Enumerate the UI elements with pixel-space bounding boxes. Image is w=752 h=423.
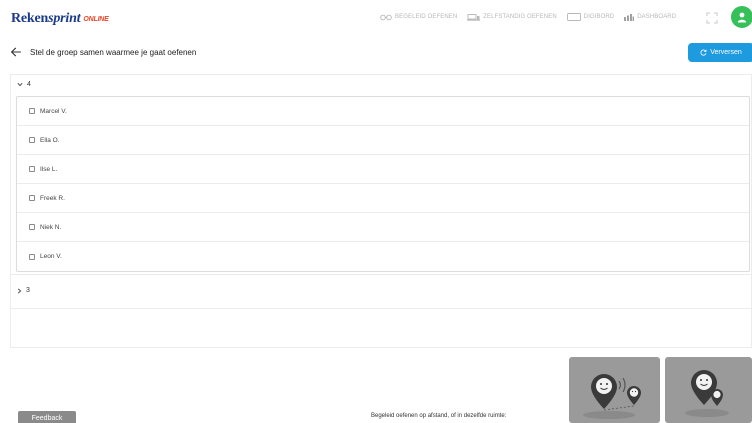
bottom-caption: Begeleid oefenen op afstand, of in dezel… xyxy=(371,413,507,419)
student-checkbox[interactable] xyxy=(29,137,35,143)
nav-label: ZELFSTANDIG OEFENEN xyxy=(483,14,557,20)
nav-zelfstandig-oefenen[interactable]: ZELFSTANDIG OEFENEN xyxy=(467,13,557,21)
feedback-button[interactable]: Feedback xyxy=(18,411,76,423)
refresh-label: Verversen xyxy=(710,49,742,56)
logo-main: Reken xyxy=(11,11,49,26)
main-nav: BEGELEID OEFENEN ZELFSTANDIG OEFENEN DIG… xyxy=(380,13,676,21)
bar-chart-icon xyxy=(624,13,635,21)
group-panel: 3 xyxy=(10,274,752,348)
chevron-down-icon xyxy=(17,82,23,87)
nav-label: BEGELEID OEFENEN xyxy=(395,14,458,20)
student-row[interactable]: Leon V. xyxy=(17,242,749,271)
app-logo[interactable]: Rekensprint ONLINE xyxy=(11,11,109,27)
whiteboard-icon xyxy=(566,13,581,21)
back-arrow-icon[interactable] xyxy=(10,46,22,58)
nav-dashboard[interactable]: DASHBOARD xyxy=(624,13,677,21)
independent-practice-icon xyxy=(467,13,481,21)
nav-digibord[interactable]: DIGIBORD xyxy=(566,13,615,21)
feedback-label: Feedback xyxy=(31,414,63,422)
divider xyxy=(11,308,751,309)
group-header[interactable]: 4 xyxy=(17,81,31,88)
nav-label: DIGIBORD xyxy=(583,14,615,20)
refresh-button[interactable]: Verversen xyxy=(688,43,752,62)
student-checkbox[interactable] xyxy=(29,253,35,260)
page-title: Stel de groep samen waarmee je gaat oefe… xyxy=(30,48,197,57)
logo-online: ONLINE xyxy=(83,16,109,23)
chevron-right-icon xyxy=(17,287,22,294)
same-room-guided-tile[interactable] xyxy=(665,357,752,423)
student-row[interactable]: Freek R. xyxy=(17,184,749,213)
student-name: Leon V. xyxy=(40,253,62,260)
logo-sprint: sprint xyxy=(48,11,81,26)
student-name: Ilse L. xyxy=(40,165,58,173)
student-checkbox[interactable] xyxy=(29,166,35,172)
same-room-practice-icon xyxy=(685,370,729,417)
nav-begeleid-oefenen[interactable]: BEGELEID OEFENEN xyxy=(380,14,457,21)
group-header[interactable]: 3 xyxy=(17,287,30,294)
guided-practice-icon xyxy=(380,14,392,20)
refresh-icon xyxy=(700,49,707,56)
student-row[interactable]: Ella O. xyxy=(17,126,749,155)
student-checkbox[interactable] xyxy=(29,108,35,114)
student-name: Ella O. xyxy=(40,136,60,144)
student-checkbox[interactable] xyxy=(29,224,35,230)
student-name: Freek R. xyxy=(40,194,65,202)
nav-label: DASHBOARD xyxy=(637,14,677,20)
student-row[interactable]: Ilse L. xyxy=(17,155,749,184)
remote-guided-tile[interactable] xyxy=(569,357,660,423)
page-header: Stel de groep samen waarmee je gaat oefe… xyxy=(0,40,752,66)
group-panel: 4 Marcel V. Ella O. Ilse L. Freek R. Nie… xyxy=(10,74,752,274)
student-name: Marcel V. xyxy=(40,107,67,115)
student-name: Niek N. xyxy=(40,223,62,231)
group-label: 4 xyxy=(27,81,31,88)
group-label: 3 xyxy=(26,287,30,294)
user-icon xyxy=(737,12,747,22)
student-list: Marcel V. Ella O. Ilse L. Freek R. Niek … xyxy=(16,96,750,272)
student-row[interactable]: Marcel V. xyxy=(17,97,749,126)
student-row[interactable]: Niek N. xyxy=(17,213,749,242)
user-avatar[interactable] xyxy=(731,6,752,28)
student-checkbox[interactable] xyxy=(29,195,35,201)
top-bar: Rekensprint ONLINE BEGELEID OEFENEN ZELFS… xyxy=(0,0,752,38)
fullscreen-icon[interactable] xyxy=(706,12,718,24)
remote-practice-icon xyxy=(583,374,641,419)
